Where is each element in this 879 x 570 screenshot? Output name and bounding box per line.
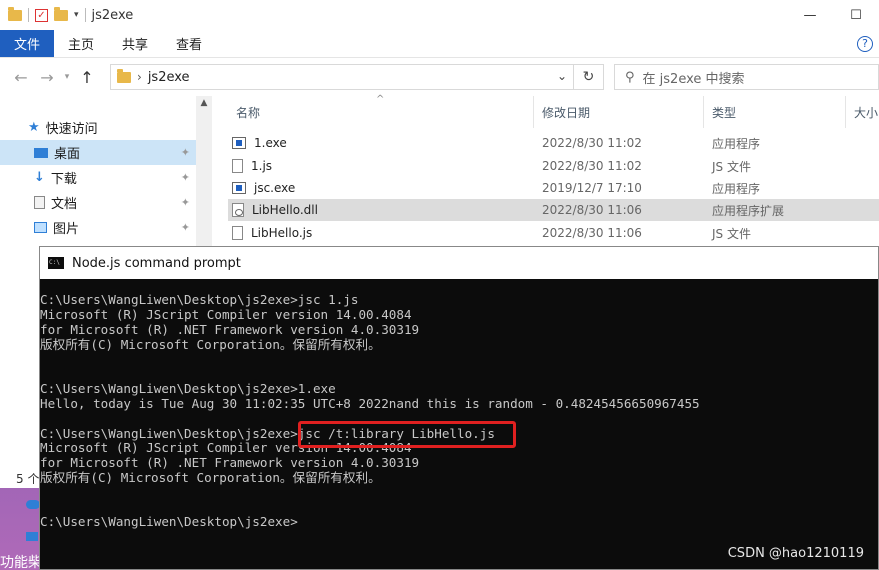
- minimize-icon[interactable]: —: [787, 0, 833, 30]
- file-row[interactable]: 1.js 2022/8/30 11:02 JS 文件: [228, 155, 879, 177]
- star-icon: ★: [28, 120, 40, 135]
- file-type: 应用程序扩展: [712, 203, 785, 218]
- file-date: 2022/8/30 11:02: [542, 159, 642, 173]
- search-input[interactable]: ⚲ 在 js2exe 中搜索: [614, 64, 879, 90]
- cloud-icon[interactable]: [26, 500, 40, 509]
- js-file-icon: [232, 159, 243, 173]
- file-date: 2022/8/30 11:02: [542, 136, 642, 150]
- help-icon[interactable]: ?: [857, 36, 873, 52]
- back-arrow-icon[interactable]: ←: [8, 68, 34, 87]
- nav-documents[interactable]: 文档 ✦: [0, 190, 196, 215]
- forward-arrow-icon[interactable]: →: [34, 68, 60, 87]
- up-arrow-icon[interactable]: ↑: [74, 68, 100, 87]
- command-prompt-icon: C:\: [48, 257, 64, 269]
- nav-label: 图片: [53, 222, 80, 237]
- nav-downloads[interactable]: ↓ 下载 ✦: [0, 165, 196, 190]
- column-header-date[interactable]: 修改日期: [534, 96, 704, 128]
- nav-label: 快速访问: [45, 122, 98, 137]
- exe-icon: [232, 182, 246, 194]
- console-titlebar[interactable]: C:\ Node.js command prompt: [40, 247, 878, 279]
- address-toolbar: ← → ▾ ↑ › js2exe ⌄ ↻ ⚲ 在 js2exe 中搜索: [0, 58, 879, 96]
- pin-icon[interactable]: ✦: [181, 146, 190, 159]
- file-name: jsc.exe: [254, 181, 296, 195]
- file-name: LibHello.js: [251, 226, 313, 240]
- column-header-type[interactable]: 类型: [704, 96, 846, 128]
- nav-label: 下载: [50, 172, 77, 187]
- file-date: 2022/8/30 11:06: [542, 226, 642, 240]
- column-header-name[interactable]: 名称: [228, 96, 534, 128]
- chevron-right-icon[interactable]: ›: [137, 70, 142, 84]
- pin-icon[interactable]: ✦: [181, 196, 190, 209]
- desktop-label: 功能柴: [0, 555, 42, 570]
- search-icon: ⚲: [625, 69, 635, 85]
- item-count: 5 个: [16, 472, 40, 486]
- file-date: 2019/12/7 17:10: [542, 181, 642, 195]
- dll-icon: [232, 203, 244, 217]
- computer-icon[interactable]: [26, 532, 38, 541]
- file-row[interactable]: jsc.exe 2019/12/7 17:10 应用程序: [228, 177, 879, 199]
- download-icon: ↓: [34, 170, 45, 185]
- js-file-icon: [232, 226, 243, 240]
- refresh-icon[interactable]: ↻: [574, 64, 604, 90]
- tab-home[interactable]: 主页: [54, 30, 108, 57]
- folder-icon: [117, 68, 131, 83]
- file-row[interactable]: LibHello.js 2022/8/30 11:06 JS 文件: [228, 222, 879, 244]
- file-type: 应用程序: [712, 136, 761, 151]
- quick-access-toolbar: ✓ ▾: [0, 6, 86, 22]
- file-type: JS 文件: [712, 159, 751, 174]
- file-name: 1.exe: [254, 136, 287, 150]
- file-name: LibHello.dll: [252, 203, 318, 217]
- ribbon-tabs: 文件 主页 共享 查看 ?: [0, 30, 879, 58]
- window-controls: — ☐: [787, 0, 879, 30]
- search-placeholder: 在 js2exe 中搜索: [642, 71, 745, 87]
- nav-pictures[interactable]: 图片 ✦: [0, 215, 196, 240]
- file-date: 2022/8/30 11:06: [542, 203, 642, 217]
- file-name: 1.js: [251, 159, 273, 173]
- watermark: CSDN @hao1210119: [727, 546, 864, 561]
- tab-file[interactable]: 文件: [0, 30, 55, 57]
- console-line: 版权所有(C) Microsoft Corporation。保留所有权利。: [40, 337, 381, 352]
- pin-icon[interactable]: ✦: [181, 221, 190, 234]
- console-line: for Microsoft (R) .NET Framework version…: [40, 455, 420, 470]
- file-type: 应用程序: [712, 181, 761, 196]
- console-line: 版权所有(C) Microsoft Corporation。保留所有权利。: [40, 470, 381, 485]
- desktop-icon: [34, 147, 48, 158]
- file-type: JS 文件: [712, 226, 751, 241]
- console-output[interactable]: C:\Users\WangLiwen\Desktop\js2exe>jsc 1.…: [40, 279, 878, 569]
- console-window[interactable]: C:\ Node.js command prompt C:\Users\Wang…: [39, 246, 879, 570]
- maximize-icon[interactable]: ☐: [833, 0, 879, 30]
- new-folder-icon[interactable]: [54, 6, 68, 21]
- command-highlight-box: [298, 421, 516, 448]
- tab-view[interactable]: 查看: [162, 30, 216, 57]
- console-title: Node.js command prompt: [72, 255, 241, 271]
- exe-icon: [232, 137, 246, 149]
- nav-desktop[interactable]: 桌面 ✦: [0, 140, 196, 165]
- console-line: C:\Users\WangLiwen\Desktop\js2exe>jsc 1.…: [40, 292, 359, 307]
- chevron-down-icon[interactable]: ▾: [74, 10, 79, 20]
- file-row-selected[interactable]: LibHello.dll 2022/8/30 11:06 应用程序扩展: [228, 199, 879, 221]
- console-line: Microsoft (R) JScript Compiler version 1…: [40, 307, 412, 322]
- window-title: js2exe: [91, 7, 134, 23]
- explorer-titlebar: ✓ ▾ js2exe — ☐: [0, 0, 879, 30]
- properties-icon[interactable]: ✓: [35, 8, 48, 22]
- nav-quick-access[interactable]: ★ 快速访问: [0, 115, 196, 140]
- breadcrumb[interactable]: js2exe: [148, 70, 190, 85]
- scroll-up-icon[interactable]: ▲: [196, 98, 212, 108]
- address-bar[interactable]: › js2exe ⌄: [110, 64, 574, 90]
- file-row[interactable]: 1.exe 2022/8/30 11:02 应用程序: [228, 132, 879, 154]
- chevron-down-icon[interactable]: ▾: [60, 72, 74, 82]
- column-header-size[interactable]: 大小: [846, 96, 879, 128]
- console-line: C:\Users\WangLiwen\Desktop\js2exe>1.exe: [40, 381, 336, 396]
- tab-share[interactable]: 共享: [108, 30, 162, 57]
- chevron-down-icon[interactable]: ⌄: [557, 69, 567, 83]
- pin-icon[interactable]: ✦: [181, 171, 190, 184]
- nav-label: 桌面: [54, 147, 81, 162]
- nav-label: 文档: [51, 197, 78, 212]
- document-icon: [34, 196, 45, 209]
- picture-icon: [34, 222, 47, 233]
- folder-icon: [8, 6, 22, 21]
- console-line: Hello, today is Tue Aug 30 11:02:35 UTC+…: [40, 396, 700, 411]
- console-prompt[interactable]: C:\Users\WangLiwen\Desktop\js2exe>: [40, 514, 298, 529]
- console-line: for Microsoft (R) .NET Framework version…: [40, 322, 420, 337]
